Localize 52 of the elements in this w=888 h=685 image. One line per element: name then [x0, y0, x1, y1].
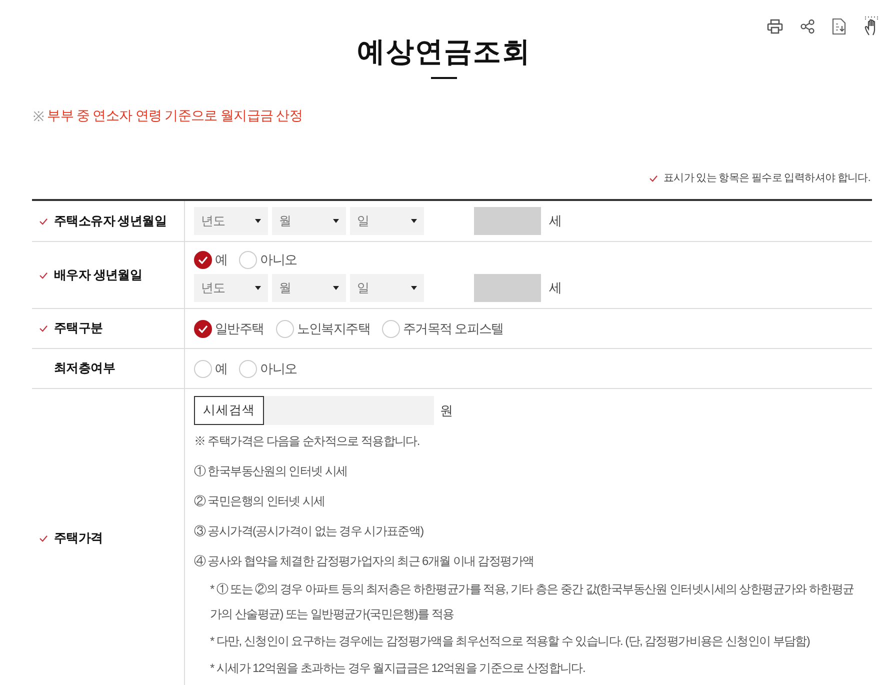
dropdown[interactable]: 일 — [350, 274, 424, 302]
check-icon — [198, 324, 208, 332]
radio-option[interactable]: 일반주택 — [194, 320, 264, 338]
field-label: 주택구분 — [54, 320, 103, 337]
field-label: 주택소유자 생년월일 — [54, 212, 166, 230]
print-icon[interactable] — [767, 18, 783, 34]
dropdown[interactable]: 년도 — [194, 274, 268, 302]
reference-mark: ※ — [33, 108, 44, 125]
radio-button[interactable] — [194, 320, 212, 338]
check-icon — [198, 256, 208, 264]
hand-icon[interactable] — [864, 16, 880, 36]
age-unit: 세 — [549, 212, 562, 230]
radio-button[interactable] — [194, 251, 212, 269]
share-icon[interactable] — [800, 18, 815, 34]
field-label: 최저층여부 — [54, 360, 116, 377]
price-note: * 시세가 12억원을 초과하는 경우 월지급금은 12억원을 기준으로 산정합니다. — [210, 660, 586, 677]
radio-option[interactable]: 아니오 — [239, 360, 297, 378]
caret-icon — [411, 219, 417, 223]
price-source-item: ① 한국부동산원의 인터넷 시세 — [194, 463, 348, 480]
caret-icon — [255, 219, 261, 223]
radio-option[interactable]: 예 — [194, 360, 228, 378]
radio-option[interactable]: 노인복지주택 — [276, 320, 370, 338]
radio-option[interactable]: 예 — [194, 251, 228, 269]
price-rule-intro: ※ 주택가격은 다음을 순차적으로 적용합니다. — [194, 433, 420, 450]
dropdown[interactable]: 월 — [272, 207, 346, 235]
radio-option[interactable]: 주거목적 오피스텔 — [382, 320, 504, 338]
check-icon — [649, 174, 658, 182]
required-note: 표시가 있는 항목은 필수로 입력하셔야 합니다. — [663, 171, 870, 185]
price-note: * 다만, 신청인이 요구하는 경우에는 감정평가액을 최우선적으로 적용할 수 있습니다. (단, 감정평가비용은 신청인이 부담함) — [210, 633, 811, 650]
price-field[interactable] — [264, 396, 434, 425]
dropdown[interactable]: 월 — [272, 274, 346, 302]
dropdown[interactable]: 년도 — [194, 207, 268, 235]
age-unit: 세 — [549, 279, 562, 297]
document-download-icon[interactable] — [832, 18, 847, 34]
currency-unit: 원 — [440, 402, 452, 420]
caret-icon — [333, 286, 339, 290]
price-source-item: ② 국민은행의 인터넷 시세 — [194, 493, 326, 510]
price-source-item: ③ 공시가격(공시가격이 없는 경우 시가표준액) — [194, 523, 424, 540]
radio-option[interactable]: 아니오 — [239, 251, 297, 269]
price-source-item: ④ 공사와 협약을 체결한 감정평가업자의 최근 6개월 이내 감정평가액 — [194, 553, 535, 570]
price-search-button[interactable]: 시세검색 — [194, 396, 264, 425]
page-title: 예상연금조회 — [356, 35, 532, 69]
price-note: * ① 또는 ②의 경우 아파트 등의 최저층은 하한평균가를 적용, 기타 층은 중간 값(한국부동산원 인터넷시세의 상한평균가와 하한평균가의 산술평균) 또는 일반평균가(국민은행)를 적용 — [210, 581, 855, 623]
age-field — [474, 274, 541, 302]
field-label: 주택가격 — [54, 530, 103, 546]
notice-text: 부부 중 연소자 연령 기준으로 월지급금 산정 — [47, 107, 303, 125]
dropdown[interactable]: 일 — [350, 207, 424, 235]
field-label: 배우자 생년월일 — [54, 266, 142, 284]
caret-icon — [333, 219, 339, 223]
caret-icon — [411, 286, 417, 290]
age-field — [474, 207, 541, 235]
caret-icon — [255, 286, 261, 290]
